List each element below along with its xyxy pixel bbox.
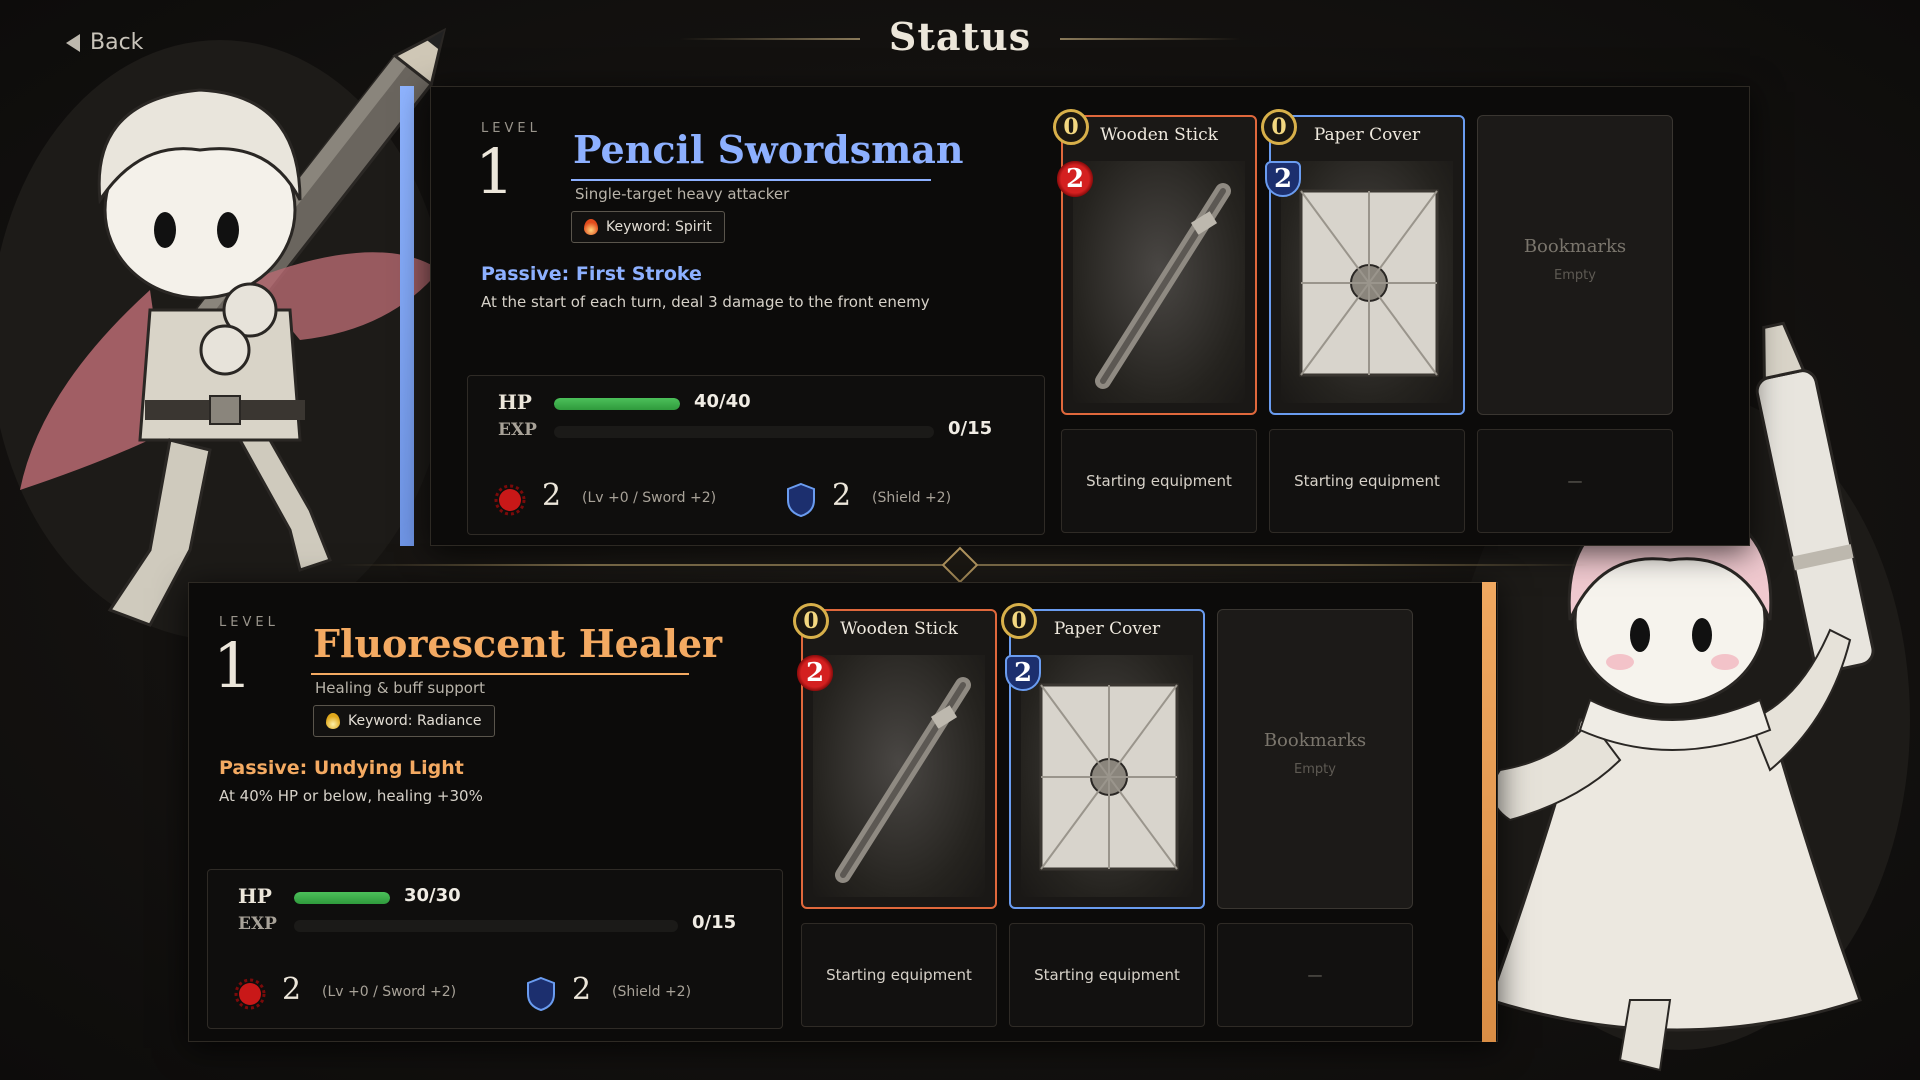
wooden-stick-art (1073, 161, 1245, 403)
bookmarks-empty-label: Empty (1294, 762, 1336, 777)
exp-value: 0/15 (692, 912, 737, 933)
stats-box: HP 40/40 EXP 0/15 2 (Lv +0 / Sword +2) 2… (467, 375, 1045, 535)
attack-burst-icon (234, 978, 266, 1010)
character-panel-fluorescent-healer: LEVEL 1 Fluorescent Healer Healing & buf… (188, 582, 1498, 1042)
passive-title: Passive: First Stroke (481, 263, 702, 285)
equipment-slot-2: Starting equipment (1269, 429, 1465, 533)
exp-bar (294, 920, 678, 932)
exp-value: 0/15 (948, 418, 993, 439)
keyword-badge[interactable]: Keyword: Radiance (313, 705, 495, 737)
card-paper-cover[interactable]: 0 Paper Cover 2 (1001, 603, 1205, 909)
defense-note: (Shield +2) (872, 490, 952, 506)
attack-burst-icon (494, 484, 526, 516)
attack-note: (Lv +0 / Sword +2) (582, 490, 717, 506)
title-divider-right (1060, 38, 1240, 40)
hp-label: HP (498, 390, 532, 414)
radiance-drop-icon (326, 713, 340, 729)
hp-bar (294, 892, 390, 904)
paper-cover-art (1021, 655, 1193, 897)
attack-value: 2 (542, 478, 562, 513)
keyword-label: Keyword: Radiance (348, 713, 482, 729)
exp-label: EXP (238, 914, 277, 934)
card-power-badge: 2 (797, 655, 833, 691)
card-paper-cover[interactable]: 0 Paper Cover 2 (1261, 109, 1465, 415)
level-value: 1 (213, 629, 253, 702)
hp-bar (554, 398, 680, 410)
card-slot-bookmarks[interactable]: Bookmarks Empty (1477, 115, 1673, 415)
character-panel-pencil-swordsman: LEVEL 1 Pencil Swordsman Single-target h… (430, 86, 1750, 546)
wooden-stick-icon (1095, 183, 1231, 389)
passive-description: At 40% HP or below, healing +30% (219, 787, 483, 805)
bookmarks-label: Bookmarks (1523, 236, 1627, 257)
level-value: 1 (475, 135, 515, 208)
card-slot-bookmarks[interactable]: Bookmarks Empty (1217, 609, 1413, 909)
level-label: LEVEL (219, 615, 279, 630)
character-name: Fluorescent Healer (313, 621, 723, 666)
hp-value: 40/40 (694, 391, 751, 412)
pencil-swordsman-accent-bar (400, 86, 414, 546)
equipment-slot-3: — (1217, 923, 1413, 1027)
hp-value: 30/30 (404, 885, 461, 906)
wooden-stick-art (813, 655, 985, 897)
hp-bar-fill (554, 398, 680, 410)
name-underline (571, 179, 931, 181)
paper-cover-icon (1039, 683, 1179, 871)
card-title: Paper Cover (1053, 619, 1161, 639)
character-role: Single-target heavy attacker (575, 185, 790, 203)
equipment-slot-1: Starting equipment (1061, 429, 1257, 533)
defense-value: 2 (572, 972, 592, 1007)
keyword-label: Keyword: Spirit (606, 219, 712, 235)
title-divider-left (680, 38, 860, 40)
fluorescent-healer-accent-bar (1482, 582, 1496, 1042)
paper-cover-art (1281, 161, 1453, 403)
character-name: Pencil Swordsman (573, 127, 964, 172)
passive-description: At the start of each turn, deal 3 damage… (481, 293, 930, 311)
passive-title: Passive: Undying Light (219, 757, 464, 779)
equipment-slot-3: — (1477, 429, 1673, 533)
wooden-stick-icon (835, 677, 971, 883)
equipment-slot-2: Starting equipment (1009, 923, 1205, 1027)
defense-note: (Shield +2) (612, 984, 692, 1000)
hp-label: HP (238, 884, 272, 908)
card-defense-badge: 2 (1265, 161, 1301, 197)
name-underline (311, 673, 689, 675)
card-wooden-stick[interactable]: 0 Wooden Stick 2 (793, 603, 997, 909)
exp-label: EXP (498, 420, 537, 440)
card-wooden-stick[interactable]: 0 Wooden Stick 2 (1053, 109, 1257, 415)
exp-bar (554, 426, 934, 438)
card-power-badge: 2 (1057, 161, 1093, 197)
card-title: Paper Cover (1313, 125, 1421, 145)
bookmarks-empty-label: Empty (1554, 268, 1596, 283)
character-role: Healing & buff support (315, 679, 486, 697)
bookmarks-label: Bookmarks (1263, 730, 1367, 751)
paper-cover-icon (1299, 189, 1439, 377)
title-area: Status (680, 8, 1240, 64)
divider-diamond-icon (941, 546, 979, 584)
equipment-slot-1: Starting equipment (801, 923, 997, 1027)
level-label: LEVEL (481, 121, 541, 136)
card-title: Wooden Stick (1100, 125, 1218, 145)
shield-icon (787, 482, 815, 518)
hp-bar-fill (294, 892, 390, 904)
spirit-flame-icon (584, 219, 598, 235)
defense-value: 2 (832, 478, 852, 513)
card-defense-badge: 2 (1005, 655, 1041, 691)
card-title: Wooden Stick (840, 619, 958, 639)
shield-icon (527, 976, 555, 1012)
page-title: Status (888, 13, 1032, 59)
attack-note: (Lv +0 / Sword +2) (322, 984, 457, 1000)
keyword-badge[interactable]: Keyword: Spirit (571, 211, 725, 243)
attack-value: 2 (282, 972, 302, 1007)
stats-box: HP 30/30 EXP 0/15 2 (Lv +0 / Sword +2) 2… (207, 869, 783, 1029)
